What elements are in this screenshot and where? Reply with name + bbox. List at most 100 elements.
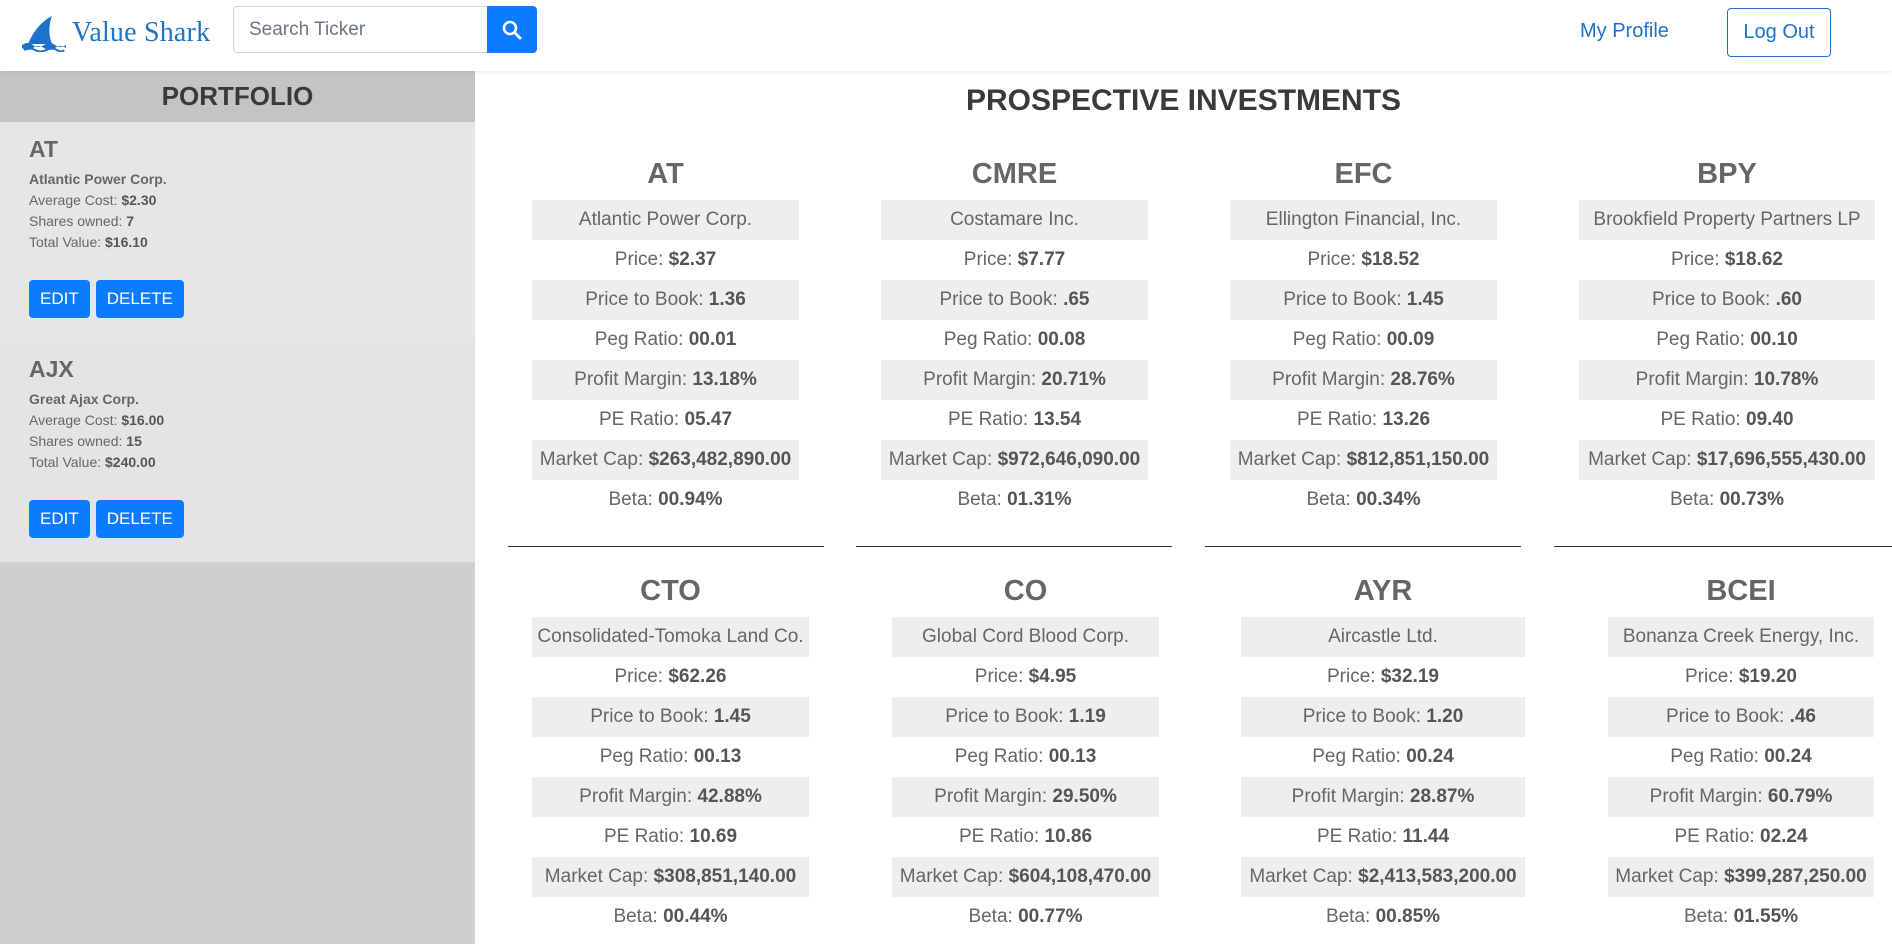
- card-ticker: BPY: [1697, 158, 1757, 190]
- investment-card[interactable]: CTO Consolidated-Tomoka Land Co. Price: …: [532, 565, 809, 937]
- card-price: Price: $18.52: [1307, 249, 1420, 270]
- card-profit-margin: Profit Margin: 29.50%: [892, 777, 1159, 817]
- investment-card[interactable]: BPY Brookfield Property Partners LP Pric…: [1579, 148, 1875, 520]
- card-peg-ratio: Peg Ratio: 00.24: [1670, 746, 1812, 767]
- holding-item: AT Atlantic Power Corp. Average Cost: $2…: [0, 122, 475, 342]
- row-divider: [856, 546, 1172, 547]
- page-title: PROSPECTIVE INVESTMENTS: [965, 84, 1402, 117]
- card-price: Price: $32.19: [1327, 666, 1439, 687]
- card-ticker: CO: [1003, 575, 1048, 607]
- card-peg-ratio: Peg Ratio: 00.13: [599, 746, 742, 767]
- card-profit-margin: Profit Margin: 13.18%: [532, 360, 799, 400]
- delete-button[interactable]: DELETE: [95, 500, 184, 538]
- brand-name: Value Shark: [72, 17, 211, 48]
- card-beta: Beta: 00.73%: [1669, 489, 1785, 510]
- investment-card[interactable]: CMRE Costamare Inc. Price: $7.77 Price t…: [881, 148, 1148, 520]
- card-price-to-book: Price to Book: 1.36: [532, 280, 799, 320]
- card-price: Price: $2.37: [614, 249, 717, 270]
- search-bar: [233, 6, 537, 53]
- card-pe-ratio: PE Ratio: 10.69: [603, 826, 738, 847]
- card-ticker: BCEI: [1706, 575, 1776, 607]
- card-price-to-book: Price to Book: 1.19: [892, 697, 1159, 737]
- holding-total-value: Total Value: $16.10: [29, 234, 148, 250]
- card-pe-ratio: PE Ratio: 10.86: [958, 826, 1093, 847]
- card-peg-ratio: Peg Ratio: 00.09: [1292, 329, 1435, 350]
- brand-logo[interactable]: Value Shark: [22, 14, 210, 52]
- card-profit-margin: Profit Margin: 42.88%: [532, 777, 809, 817]
- card-price: Price: $62.26: [614, 666, 727, 687]
- card-ticker: CMRE: [971, 158, 1058, 190]
- delete-button[interactable]: DELETE: [95, 280, 184, 318]
- search-input[interactable]: [233, 6, 487, 53]
- card-pe-ratio: PE Ratio: 11.44: [1316, 826, 1450, 847]
- investment-card[interactable]: AT Atlantic Power Corp. Price: $2.37 Pri…: [532, 148, 799, 520]
- card-profit-margin: Profit Margin: 20.71%: [881, 360, 1148, 400]
- card-beta: Beta: 01.31%: [957, 489, 1072, 510]
- card-price: Price: $19.20: [1685, 666, 1797, 687]
- card-ticker: AYR: [1353, 575, 1413, 607]
- card-peg-ratio: Peg Ratio: 00.13: [954, 746, 1097, 767]
- card-market-cap: Market Cap: $308,851,140.00: [532, 857, 809, 897]
- card-market-cap: Market Cap: $2,413,583,200.00: [1241, 857, 1525, 897]
- card-price-to-book: Price to Book: .60: [1579, 280, 1875, 320]
- card-market-cap: Market Cap: $263,482,890.00: [532, 440, 799, 480]
- card-price-to-book: Price to Book: 1.45: [1230, 280, 1497, 320]
- navbar: Value Shark My Profile Log Out: [0, 0, 1892, 71]
- holding-item: AJX Great Ajax Corp. Average Cost: $16.0…: [0, 342, 475, 562]
- search-icon: [502, 20, 522, 39]
- card-profit-margin: Profit Margin: 60.79%: [1608, 777, 1874, 817]
- card-price-to-book: Price to Book: .65: [881, 280, 1148, 320]
- row-divider: [1554, 546, 1892, 547]
- row-divider: [508, 546, 824, 547]
- investment-card[interactable]: AYR Aircastle Ltd. Price: $32.19 Price t…: [1241, 565, 1525, 937]
- my-profile-link[interactable]: My Profile: [1580, 20, 1669, 43]
- card-company-name: Atlantic Power Corp.: [532, 200, 799, 240]
- card-pe-ratio: PE Ratio: 13.26: [1296, 409, 1431, 430]
- card-ticker: CTO: [640, 575, 701, 607]
- card-company-name: Bonanza Creek Energy, Inc.: [1608, 617, 1874, 657]
- card-market-cap: Market Cap: $604,108,470.00: [892, 857, 1159, 897]
- holding-total-value: Total Value: $240.00: [29, 454, 156, 470]
- card-price-to-book: Price to Book: .46: [1608, 697, 1874, 737]
- card-company-name: Global Cord Blood Corp.: [892, 617, 1159, 657]
- holding-average-cost: Average Cost: $16.00: [29, 412, 165, 428]
- investment-card[interactable]: EFC Ellington Financial, Inc. Price: $18…: [1230, 148, 1497, 520]
- card-beta: Beta: 01.55%: [1683, 906, 1799, 927]
- card-peg-ratio: Peg Ratio: 00.10: [1656, 329, 1798, 350]
- card-peg-ratio: Peg Ratio: 00.24: [1312, 746, 1454, 767]
- holding-ticker: AT: [29, 136, 58, 162]
- card-market-cap: Market Cap: $17,696,555,430.00: [1579, 440, 1875, 480]
- investment-card[interactable]: BCEI Bonanza Creek Energy, Inc. Price: $…: [1608, 565, 1874, 937]
- edit-button[interactable]: EDIT: [29, 500, 90, 538]
- card-pe-ratio: PE Ratio: 09.40: [1660, 409, 1794, 430]
- card-company-name: Aircastle Ltd.: [1241, 617, 1525, 657]
- card-company-name: Brookfield Property Partners LP: [1579, 200, 1875, 240]
- card-peg-ratio: Peg Ratio: 00.08: [943, 329, 1086, 350]
- card-company-name: Costamare Inc.: [881, 200, 1148, 240]
- holding-name: Atlantic Power Corp.: [29, 171, 167, 187]
- portfolio-title: PORTFOLIO: [0, 71, 475, 122]
- card-price-to-book: Price to Book: 1.20: [1241, 697, 1525, 737]
- shark-fin-icon: [22, 16, 66, 52]
- card-market-cap: Market Cap: $812,851,150.00: [1230, 440, 1497, 480]
- row-divider: [1205, 546, 1521, 547]
- card-company-name: Ellington Financial, Inc.: [1230, 200, 1497, 240]
- card-beta: Beta: 00.94%: [608, 489, 723, 510]
- holding-ticker: AJX: [29, 356, 74, 382]
- holding-shares: Shares owned: 7: [29, 213, 135, 229]
- card-pe-ratio: PE Ratio: 05.47: [598, 409, 733, 430]
- logout-button[interactable]: Log Out: [1727, 8, 1831, 57]
- card-price: Price: $18.62: [1671, 249, 1783, 270]
- search-button[interactable]: [487, 6, 537, 53]
- edit-button[interactable]: EDIT: [29, 280, 90, 318]
- holding-shares: Shares owned: 15: [29, 433, 142, 449]
- card-profit-margin: Profit Margin: 28.76%: [1230, 360, 1497, 400]
- portfolio-sidebar: PORTFOLIO AT Atlantic Power Corp. Averag…: [0, 71, 475, 944]
- card-peg-ratio: Peg Ratio: 00.01: [594, 329, 737, 350]
- card-price: Price: $7.77: [963, 249, 1066, 270]
- investment-card[interactable]: CO Global Cord Blood Corp. Price: $4.95 …: [892, 565, 1159, 937]
- card-price: Price: $4.95: [974, 666, 1077, 687]
- holding-average-cost: Average Cost: $2.30: [29, 192, 157, 208]
- card-market-cap: Market Cap: $399,287,250.00: [1608, 857, 1874, 897]
- card-company-name: Consolidated-Tomoka Land Co.: [532, 617, 809, 657]
